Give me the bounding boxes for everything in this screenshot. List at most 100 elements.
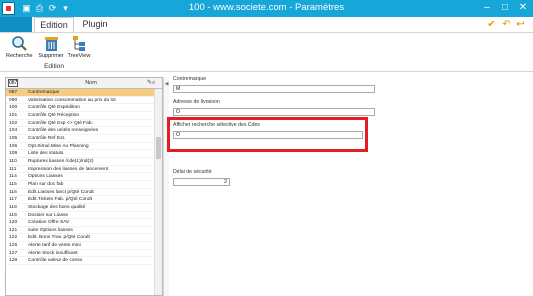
table-row[interactable]: 115 Plan sur doc fab [6, 181, 154, 189]
table-row[interactable]: 127 Alerte Stock insuffisant [6, 250, 154, 258]
row-nom: Edit.Liasses lanct p/Qté Condt [28, 189, 94, 195]
row-code: 125 [9, 243, 18, 249]
treeview-icon [72, 36, 85, 51]
table-row[interactable]: 125 Alerte tarif de vente mini [6, 242, 154, 250]
tab-file[interactable] [0, 17, 32, 32]
delete-button[interactable]: Supprimer [38, 35, 64, 59]
row-nom: Création Offre SAV [28, 220, 70, 226]
adresse-livraison-label: Adresse de livraison [173, 99, 220, 105]
table-row[interactable]: 106 Opt.Simul.Mise Au Planning [6, 143, 154, 151]
row-nom: Stockage des bons qualité [28, 204, 86, 210]
row-code: 090 [9, 97, 18, 103]
minimize-button[interactable]: – [479, 1, 495, 15]
ribbon: Recherche Supprimer TreeView Edition [0, 32, 533, 72]
row-code: 111 [9, 166, 17, 172]
row-code: 118 [9, 204, 17, 210]
row-code: 127 [9, 250, 18, 256]
table-row[interactable]: 105 Contrôle Ref Ext. [6, 135, 154, 143]
row-code: 101 [9, 112, 18, 118]
row-nom: suite Options liasses [28, 227, 73, 233]
delete-button-label: Supprimer [38, 53, 64, 59]
row-code: 115 [9, 181, 17, 187]
maximize-button[interactable]: □ [497, 1, 513, 15]
row-code: 110 [9, 158, 17, 164]
row-nom: Contrôle valeur de conso [28, 258, 83, 264]
table-row[interactable]: 111 Impression des liasses de lancement [6, 166, 154, 174]
column-tools: ✎⌕ [147, 79, 155, 88]
table-row[interactable]: 109 Liste des statuts [6, 150, 154, 158]
search-icon [11, 36, 27, 51]
title-bar: ▣ ⎙ ⟳ ▾ 100 - www.societe.com - Paramètr… [0, 0, 533, 17]
table-row[interactable]: 087 Contremarque [6, 89, 154, 97]
row-nom: Plan sur doc fab [28, 181, 64, 187]
validate-icon[interactable]: ✔ [486, 19, 497, 30]
row-nom: Contrôle Qté Expédition [28, 105, 80, 111]
table-row[interactable]: 122 Edit. Bons Trav. p/Qté Condt [6, 234, 154, 243]
table-row[interactable]: 128 Contrôle valeur de conso [6, 257, 154, 266]
row-code: 116 [9, 189, 17, 195]
row-nom: Liste des statuts [28, 151, 64, 157]
row-nom: Contrôle des unités renseignées [28, 128, 99, 134]
row-nom: Impression des liasses de lancement [28, 166, 109, 172]
table-row[interactable]: 090 Valorisation consommation au prix du … [6, 97, 154, 105]
row-code: 106 [9, 143, 18, 149]
grid-scrollbar[interactable] [154, 89, 162, 295]
grid-scrollbar-thumb[interactable] [156, 137, 161, 159]
delai-securite-field[interactable]: 2 [173, 178, 230, 186]
nom-column-header[interactable]: Nom [32, 79, 150, 88]
row-nom: Valorisation consommation au prix du lot [28, 97, 116, 103]
table-row[interactable]: 117 Edit.Tickets Fab. p/Qté Condt [6, 196, 154, 204]
contremarque-label: Contremarque [173, 76, 207, 82]
table-row[interactable]: 114 Options Liasses [6, 173, 154, 181]
row-nom: Options Liasses [28, 174, 63, 180]
delai-securite-label: Délai de sécurité [173, 169, 212, 175]
tab-edition[interactable]: Edition [34, 17, 74, 32]
row-code: 105 [9, 135, 18, 141]
row-nom: Edit. Bons Trav. p/Qté Condt [28, 235, 90, 241]
row-nom: Dossier sur Liasse [28, 212, 69, 218]
row-nom: Ruptures liasses /cde(1)/nd(2) [28, 158, 94, 164]
code-column-header[interactable]: 087 [8, 79, 18, 87]
table-row[interactable]: 121 suite Options liasses [6, 227, 154, 235]
table-row[interactable]: 116 Edit.Liasses lanct p/Qté Condt [6, 189, 154, 197]
table-row[interactable]: 118 Stockage des bons qualité [6, 204, 154, 212]
row-nom: Opt.Simul.Mise Au Planning [28, 143, 89, 149]
window-title: 100 - www.societe.com - Paramètres [188, 2, 345, 13]
grid-rows: 087 Contremarque 090 Valorisation consommat… [6, 89, 154, 266]
row-nom: Edit.Tickets Fab. p/Qté Condt [28, 197, 92, 203]
ribbon-group-label: Edition [44, 63, 64, 70]
contremarque-field[interactable]: M [173, 85, 375, 93]
collapse-arrow-icon[interactable]: ◀ [164, 81, 169, 87]
search-button-label: Recherche [6, 53, 33, 59]
row-code: 087 [9, 90, 18, 95]
row-nom: Contremarque [28, 90, 60, 95]
row-code: 121 [9, 227, 18, 233]
adresse-livraison-field[interactable]: O [173, 108, 375, 116]
table-row[interactable]: 102 Contrôle Qté Exp <> Qté Fab. [6, 120, 154, 128]
table-row[interactable]: 110 Ruptures liasses /cde(1)/nd(2) [6, 158, 154, 166]
ribbon-tabs: Edition Plugin ✔ ↶ ↩ [0, 17, 533, 32]
table-row[interactable]: 119 Dossier sur Liasse [6, 212, 154, 220]
return-icon[interactable]: ↩ [515, 19, 526, 30]
row-nom: Contrôle Qté Exp <> Qté Fab. [28, 120, 93, 126]
close-button[interactable]: ✕ [515, 1, 531, 15]
undo-icon[interactable]: ↶ [501, 19, 512, 30]
table-row[interactable]: 120 Création Offre SAV [6, 219, 154, 227]
row-code: 120 [9, 220, 18, 226]
table-row[interactable]: 104 Contrôle des unités renseignées [6, 127, 154, 135]
tab-plugin[interactable]: Plugin [76, 17, 114, 32]
treeview-button[interactable]: TreeView [66, 35, 92, 59]
row-nom: Contrôle Ref Ext. [28, 135, 66, 141]
row-code: 122 [9, 235, 18, 241]
panel-splitter[interactable]: ◀ [163, 77, 169, 296]
table-row[interactable]: 100 Contrôle Qté Expédition [6, 104, 154, 112]
search-button[interactable]: Recherche [6, 35, 33, 59]
grid-header: 087 Nom ✎⌕ [6, 78, 162, 89]
table-row[interactable]: 101 Contrôle Qté Réception [6, 112, 154, 120]
row-code: 117 [9, 197, 17, 203]
panel-scroll-area [518, 72, 533, 296]
trash-icon [44, 37, 58, 51]
search-icon[interactable]: ⌕ [152, 80, 155, 86]
detail-panel: Contremarque M Adresse de livraison O Af… [170, 72, 518, 296]
row-nom: Alerte Stock insuffisant [28, 250, 78, 256]
